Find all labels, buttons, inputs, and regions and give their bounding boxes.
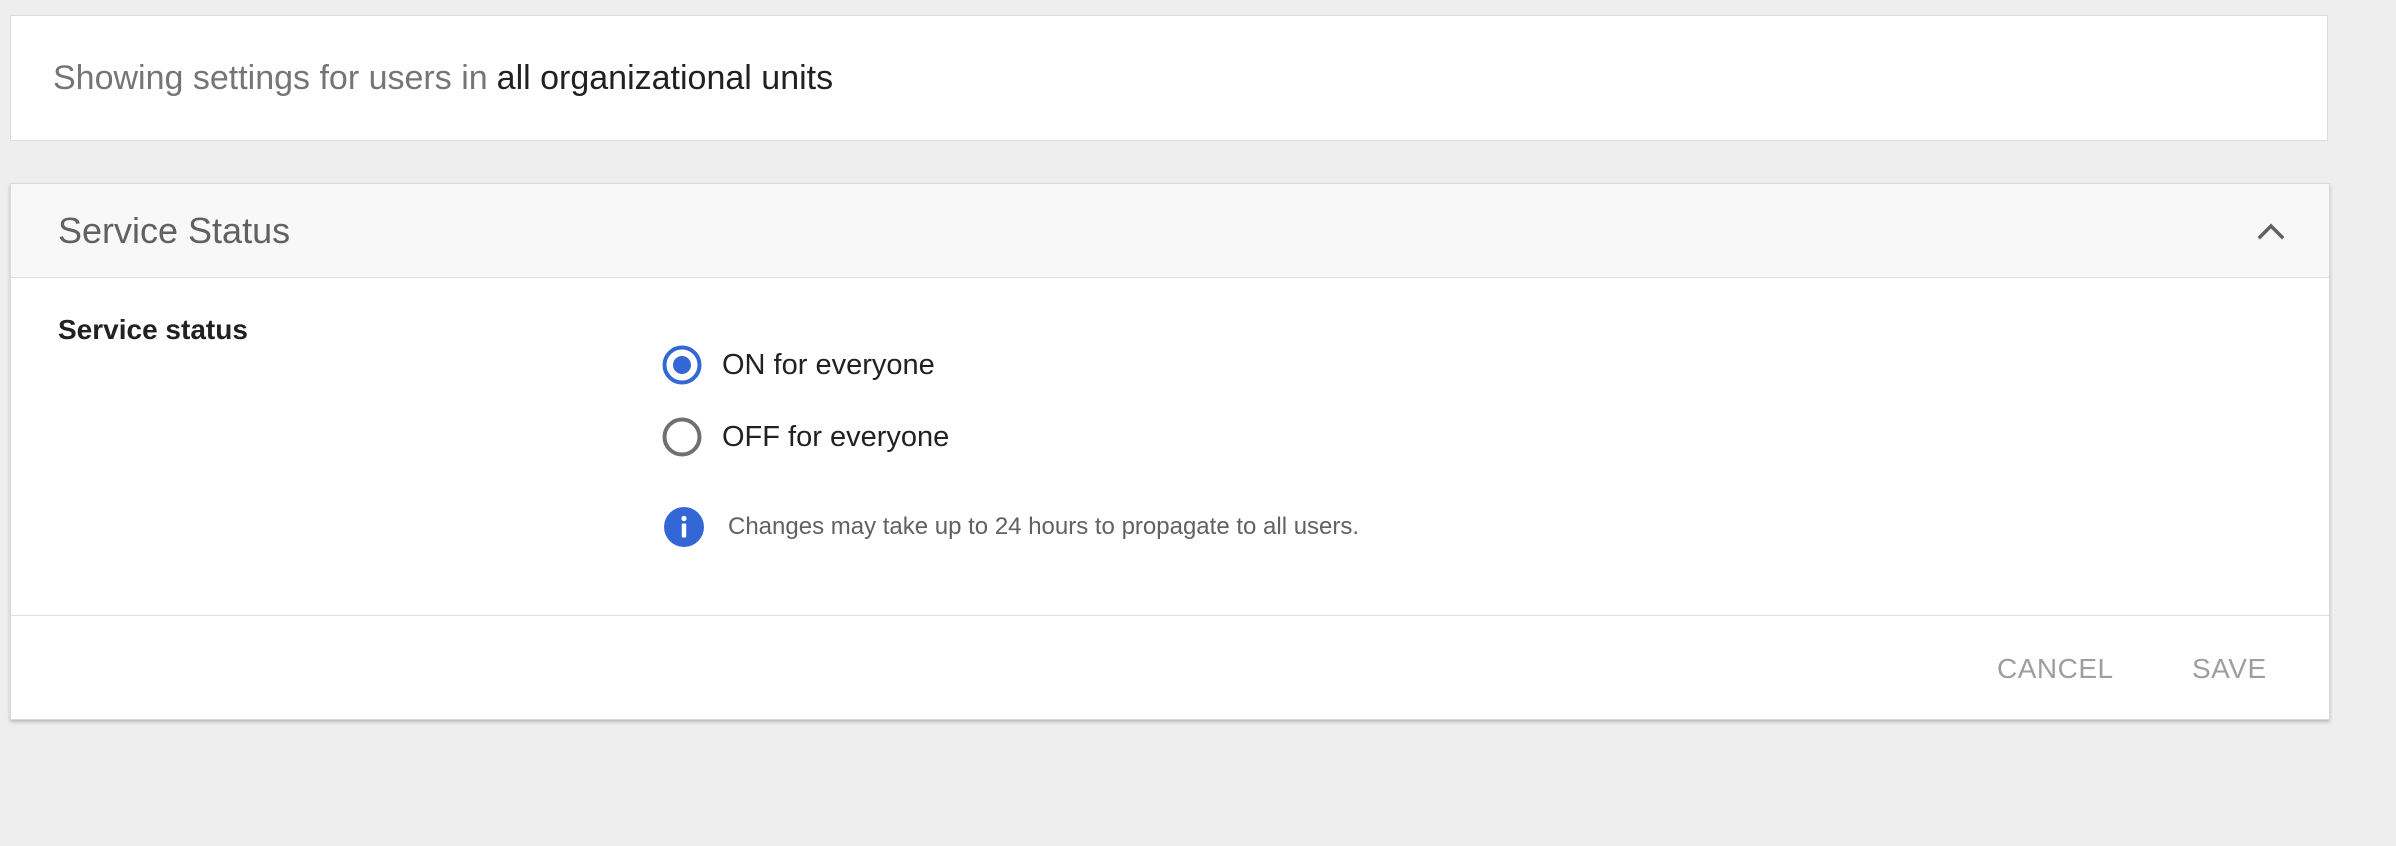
radio-label-on: ON for everyone [722, 348, 935, 381]
service-status-card: Service Status Service status ON for eve… [10, 183, 2330, 720]
info-icon [663, 506, 705, 548]
cancel-button[interactable]: CANCEL [1997, 653, 2114, 685]
card-header[interactable]: Service Status [11, 184, 2329, 278]
org-unit-link[interactable]: all organizational units [497, 59, 833, 98]
save-button[interactable]: SAVE [2192, 653, 2267, 685]
radio-selected-icon[interactable] [661, 344, 703, 386]
org-unit-banner: Showing settings for users in all organi… [10, 15, 2328, 141]
chevron-up-icon[interactable] [2253, 213, 2289, 249]
radio-unselected-icon[interactable] [661, 416, 703, 458]
card-footer: CANCEL SAVE [11, 615, 2329, 721]
radio-on-for-everyone[interactable]: ON for everyone [661, 344, 935, 386]
radio-label-off: OFF for everyone [722, 420, 950, 453]
info-text: Changes may take up to 24 hours to propa… [728, 513, 1360, 540]
card-title: Service Status [58, 209, 291, 251]
setting-label: Service status [58, 314, 248, 345]
radio-off-for-everyone[interactable]: OFF for everyone [661, 416, 949, 458]
org-unit-prefix: Showing settings for users in [53, 58, 488, 97]
info-notice: Changes may take up to 24 hours to propa… [663, 506, 1359, 548]
